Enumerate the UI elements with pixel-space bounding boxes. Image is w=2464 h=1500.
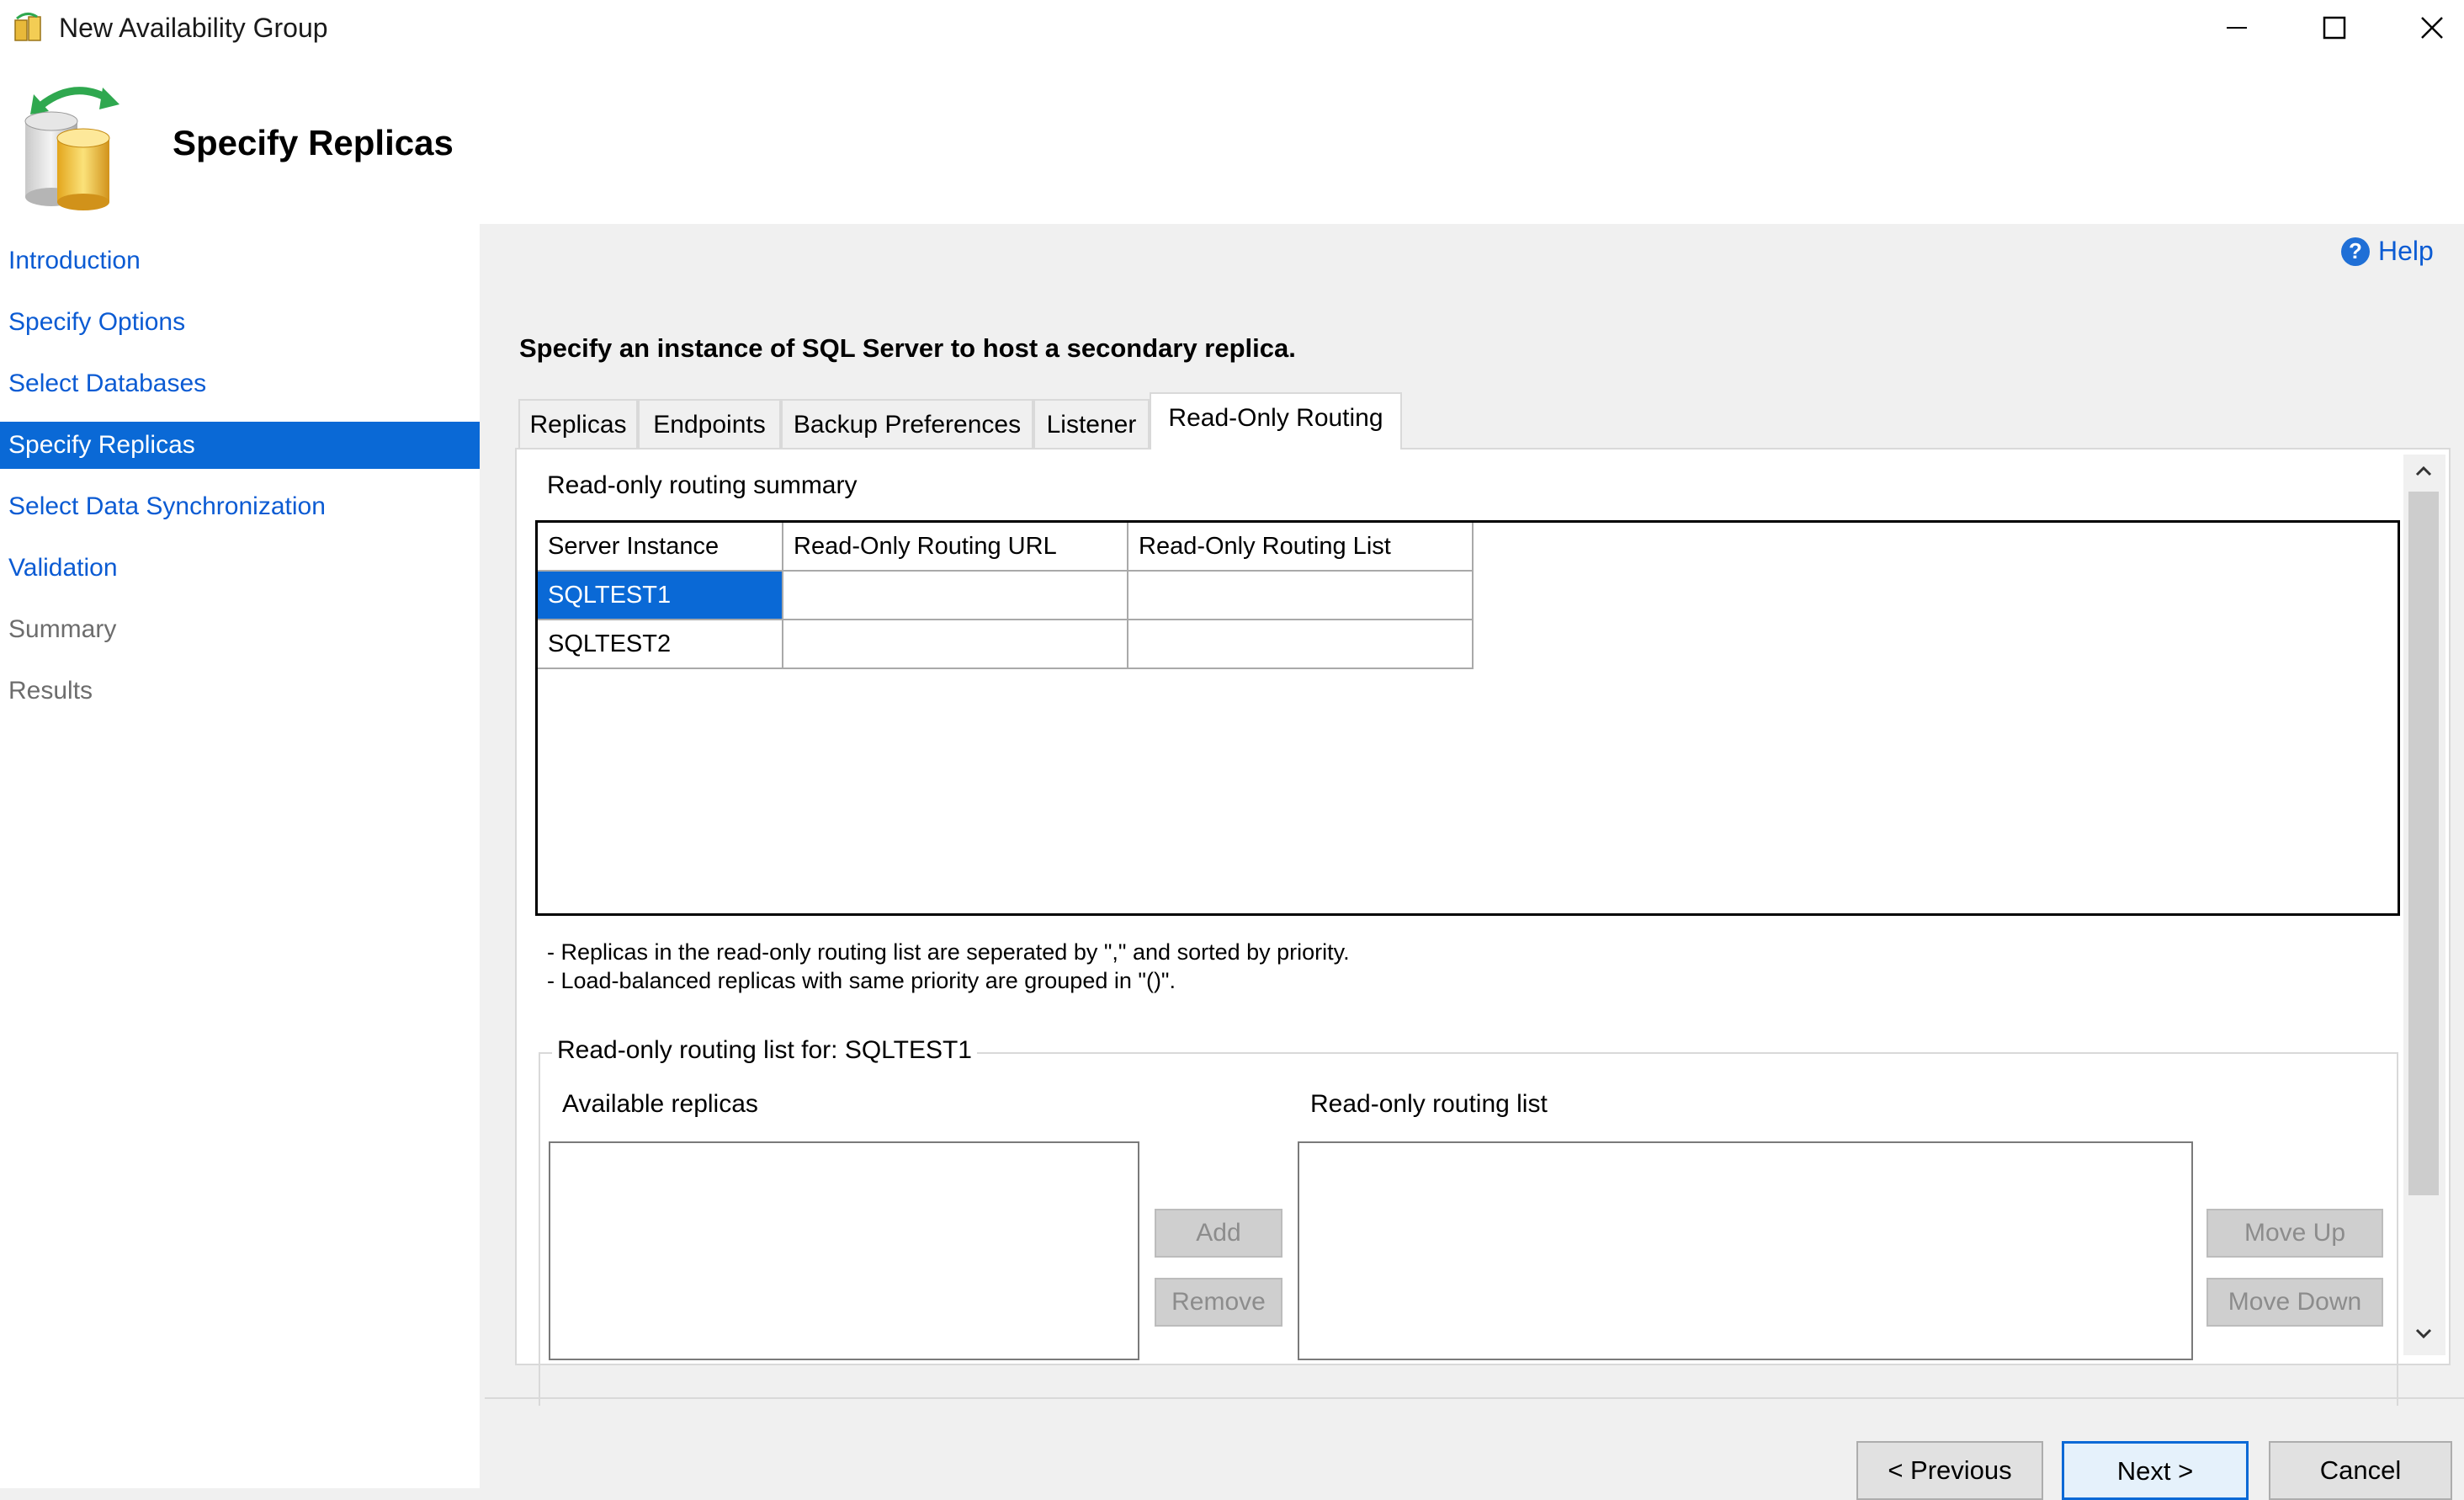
sidebar-item-introduction[interactable]: Introduction — [0, 237, 480, 285]
grid-cell-routing-list[interactable] — [1128, 620, 1474, 669]
close-icon — [2421, 17, 2443, 39]
routing-list-listbox[interactable] — [1298, 1141, 2193, 1360]
help-icon: ? — [2341, 237, 2370, 266]
routing-list-label: Read-only routing list — [1310, 1090, 1548, 1118]
sidebar-item-select-data-synchronization[interactable]: Select Data Synchronization — [0, 483, 480, 530]
grid-cell-routing-url[interactable] — [783, 572, 1128, 620]
help-link[interactable]: ? Help — [2341, 236, 2434, 267]
routing-note: - Replicas in the read-only routing list… — [547, 939, 1350, 965]
add-button[interactable]: Add — [1155, 1209, 1282, 1258]
scroll-down-button[interactable] — [2408, 1318, 2439, 1348]
sidebar-item-validation[interactable]: Validation — [0, 545, 480, 592]
grid-cell-server-instance[interactable]: SQLTEST2 — [538, 620, 783, 669]
available-replicas-label: Available replicas — [562, 1090, 758, 1118]
scrollbar-thumb[interactable] — [2408, 492, 2439, 1195]
tab-replicas[interactable]: Replicas — [518, 399, 638, 448]
routing-list-group-title: Read-only routing list for: SQLTEST1 — [552, 1034, 977, 1067]
minimize-button[interactable] — [2188, 0, 2286, 56]
column-header-routing-url[interactable]: Read-Only Routing URL — [783, 523, 1128, 572]
tab-read-only-routing[interactable]: Read-Only Routing — [1150, 392, 1402, 449]
app-icon — [12, 12, 45, 44]
sidebar-item-specify-replicas[interactable]: Specify Replicas — [0, 422, 480, 469]
scroll-up-button[interactable] — [2408, 456, 2439, 487]
title-bar — [0, 0, 2464, 56]
instruction-text: Specify an instance of SQL Server to hos… — [519, 333, 1296, 363]
wizard-sidebar: Introduction Specify Options Select Data… — [0, 224, 485, 1488]
footer-divider — [485, 1397, 2464, 1399]
move-down-button[interactable]: Move Down — [2206, 1278, 2383, 1327]
tab-listener[interactable]: Listener — [1033, 399, 1150, 448]
available-replicas-listbox[interactable] — [549, 1141, 1139, 1360]
grid-cell-server-instance[interactable]: SQLTEST1 — [538, 572, 783, 620]
chevron-down-icon — [2415, 1328, 2432, 1339]
grid-cell-routing-url[interactable] — [783, 620, 1128, 669]
routing-summary-label: Read-only routing summary — [547, 471, 858, 499]
grid-cell-routing-list[interactable] — [1128, 572, 1474, 620]
previous-button[interactable]: < Previous — [1856, 1441, 2043, 1500]
maximize-icon — [2323, 16, 2346, 40]
page-title: Specify Replicas — [173, 123, 454, 162]
minimize-icon — [2227, 27, 2247, 29]
sidebar-item-results: Results — [8, 677, 93, 705]
next-button[interactable]: Next > — [2062, 1441, 2249, 1500]
sidebar-item-summary: Summary — [8, 615, 117, 643]
routing-summary-grid: Server Instance Read-Only Routing URL Re… — [535, 520, 2400, 916]
remove-button[interactable]: Remove — [1155, 1278, 1282, 1327]
routing-note: - Load-balanced replicas with same prior… — [547, 968, 1176, 993]
sidebar-item-select-databases[interactable]: Select Databases — [0, 360, 480, 407]
window-title: New Availability Group — [59, 13, 328, 43]
sidebar-item-specify-options[interactable]: Specify Options — [0, 299, 480, 346]
help-label: Help — [2378, 236, 2434, 266]
column-header-server-instance[interactable]: Server Instance — [538, 523, 783, 572]
maximize-button[interactable] — [2286, 0, 2383, 56]
tab-backup-preferences[interactable]: Backup Preferences — [781, 399, 1033, 448]
close-button[interactable] — [2383, 0, 2464, 56]
availability-group-icon — [15, 79, 133, 210]
column-header-routing-list[interactable]: Read-Only Routing List — [1128, 523, 1474, 572]
move-up-button[interactable]: Move Up — [2206, 1209, 2383, 1258]
cancel-button[interactable]: Cancel — [2269, 1441, 2452, 1500]
chevron-up-icon — [2415, 465, 2432, 476]
tab-endpoints[interactable]: Endpoints — [638, 399, 781, 448]
